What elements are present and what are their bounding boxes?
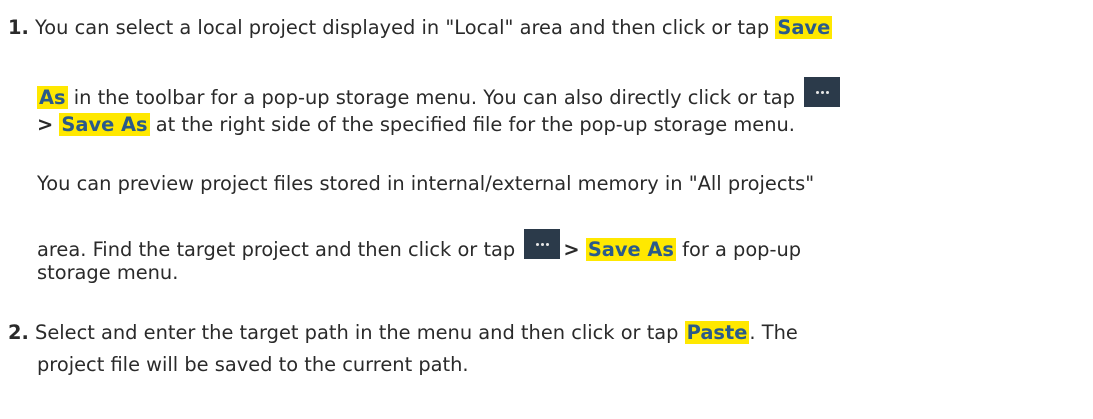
- para2-line2-text: area. Find the target project and then c…: [37, 238, 522, 261]
- step1-line3: > Save As at the right side of the speci…: [37, 112, 795, 138]
- step2-line2: project file will be saved to the curren…: [37, 353, 469, 376]
- step2-line1-text: Select and enter the target path in the …: [35, 321, 685, 344]
- document: 1. You can select a local project displa…: [0, 0, 1093, 419]
- more-options-icon: [804, 77, 841, 107]
- more-options-icon: [524, 229, 561, 259]
- step1-line2: As in the toolbar for a pop-up storage m…: [37, 77, 843, 111]
- save-as-highlight-part1: Save: [775, 16, 833, 39]
- step1-line2-text: in the toolbar for a pop-up storage menu…: [67, 86, 802, 109]
- save-as-highlight: Save As: [59, 113, 150, 136]
- para2-line2-end: for a pop-up: [675, 238, 802, 261]
- step2-line1: 2. Select and enter the target path in t…: [8, 320, 798, 346]
- step1-line1-text: You can select a local project displayed…: [35, 16, 776, 39]
- step1-line3-text: at the right side of the specified file …: [149, 113, 795, 136]
- save-as-highlight: Save As: [585, 238, 676, 261]
- step1-line1: 1. You can select a local project displa…: [8, 15, 833, 41]
- paste-highlight: Paste: [684, 321, 750, 344]
- menu-arrow: >: [37, 113, 54, 136]
- step2-line1-end: . The: [749, 321, 798, 344]
- step1-number: 1.: [8, 16, 29, 39]
- save-as-highlight-part2: As: [37, 86, 68, 109]
- para2-line2: area. Find the target project and then c…: [37, 229, 801, 263]
- para2-line1: You can preview project files stored in …: [37, 172, 815, 195]
- para2-line3: storage menu.: [37, 261, 179, 284]
- step2-number: 2.: [8, 321, 29, 344]
- menu-arrow: >: [563, 238, 580, 261]
